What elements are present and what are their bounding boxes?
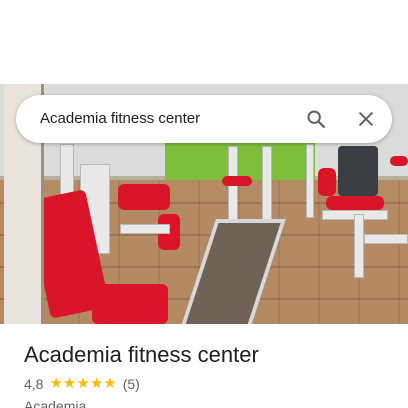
star-icon: ★ [49, 375, 63, 392]
photo-machine-bar [120, 224, 170, 234]
search-input[interactable]: Academia fitness center [40, 95, 200, 143]
photo-machine-frame [306, 144, 314, 218]
photo-red-bag [318, 168, 336, 196]
maps-place-view: Academia fitness center Academia fitness… [0, 0, 408, 408]
photo-red-pad [222, 176, 252, 186]
photo-red-seat [326, 196, 384, 210]
rating-row[interactable]: 4,8 ★ ★ ★ ★ ★ (5) [24, 376, 140, 393]
photo-red-pad [390, 156, 408, 166]
photo-machine-bar [364, 234, 408, 244]
photo-machine-frame [228, 146, 238, 226]
photo-dark-seat [338, 146, 378, 196]
photo-machine-frame [262, 146, 272, 226]
photo-red-seat [92, 284, 168, 324]
star-icon: ★ [76, 375, 90, 392]
photo-machine-frame [354, 214, 364, 278]
rating-value: 4,8 [24, 376, 44, 392]
photo-red-pad [118, 184, 170, 210]
place-category[interactable]: Academia [24, 398, 86, 408]
search-bar[interactable]: Academia fitness center [16, 95, 392, 143]
place-details-sheet[interactable]: Academia fitness center 4,8 ★ ★ ★ ★ ★ (5… [0, 324, 408, 408]
clear-search-button[interactable] [352, 105, 380, 133]
review-count[interactable]: (5) [123, 376, 140, 392]
place-title: Academia fitness center [24, 342, 259, 367]
close-icon [359, 112, 373, 126]
search-icon [307, 110, 325, 128]
search-button[interactable] [302, 105, 330, 133]
rating-stars: ★ ★ ★ ★ ★ [49, 376, 116, 392]
star-icon: ★ [89, 375, 104, 392]
star-icon: ★ [62, 375, 77, 392]
star-icon: ★ [103, 375, 117, 392]
